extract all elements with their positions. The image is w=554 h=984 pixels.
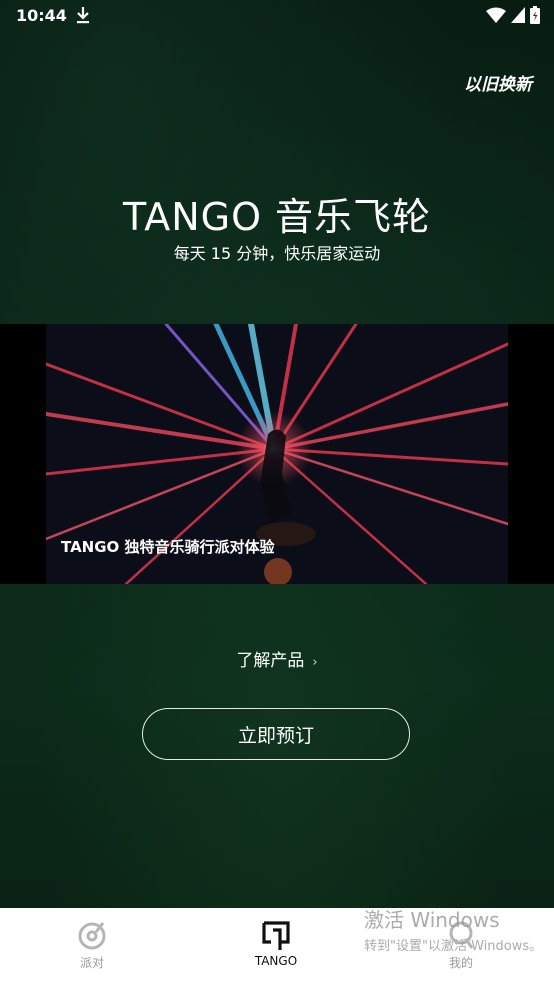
tango-icon xyxy=(262,921,290,950)
status-time: 10:44 xyxy=(16,6,67,25)
chevron-right-icon: › xyxy=(312,655,318,670)
learn-more-label: 了解产品 xyxy=(236,651,305,671)
tab-tango-label: TANGO xyxy=(254,954,298,968)
tab-mine-label: 我的 xyxy=(448,956,473,970)
trade-in-link[interactable]: 以旧换新 xyxy=(464,70,532,95)
status-bar: 10:44 xyxy=(0,0,554,32)
download-icon xyxy=(77,7,89,24)
banner[interactable]: TANGO 独特音乐骑行派对体验 xyxy=(0,324,554,584)
tab-party[interactable]: 派对 xyxy=(32,908,152,984)
tab-mine[interactable]: 我的 xyxy=(401,908,521,984)
tab-tango[interactable]: TANGO xyxy=(216,908,336,984)
battery-icon xyxy=(530,6,540,24)
tab-party-label: 派对 xyxy=(79,956,104,970)
learn-more-link[interactable]: 了解产品 › xyxy=(0,646,554,671)
signal-icon xyxy=(511,7,525,23)
wifi-icon xyxy=(486,7,506,23)
party-icon xyxy=(78,922,106,950)
hero-title: TANGO 音乐飞轮 xyxy=(122,195,432,239)
profile-icon xyxy=(449,921,474,949)
hero-subtitle: 每天 15 分钟，快乐居家运动 xyxy=(173,244,381,263)
order-now-button[interactable]: 立即预订 xyxy=(142,708,410,760)
status-icons xyxy=(486,6,540,24)
tab-bar: 派对 TANGO 我的 xyxy=(0,908,554,984)
banner-caption: TANGO 独特音乐骑行派对体验 xyxy=(61,538,275,556)
